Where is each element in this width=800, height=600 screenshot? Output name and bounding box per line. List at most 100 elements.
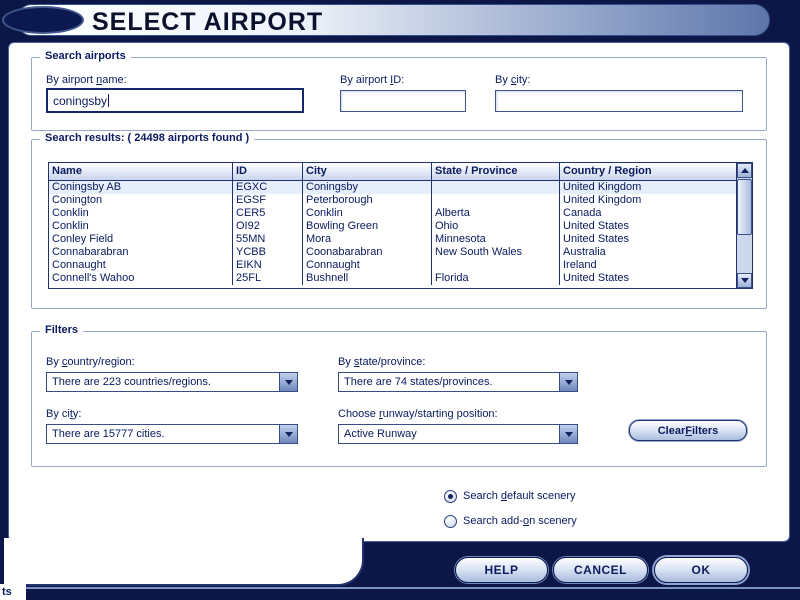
- table-row[interactable]: Connell's Wahoo 25FL Bushnell Florida United…: [49, 272, 736, 285]
- results-table-columns: Name ID City State / Province Country / …: [49, 163, 736, 288]
- table-cell: Conklin: [49, 220, 233, 233]
- table-cell: EGXC: [233, 181, 303, 194]
- table-cell: Coonabarabran: [303, 246, 432, 259]
- chevron-down-icon[interactable]: [279, 425, 297, 443]
- column-header-city[interactable]: City: [303, 163, 432, 180]
- scrollbar-thumb[interactable]: [737, 179, 752, 235]
- column-header-name[interactable]: Name: [49, 163, 233, 180]
- state-filter-label: By state/province:: [338, 356, 426, 368]
- table-cell: Connaught: [303, 259, 432, 272]
- corner-text-fragment: ts: [0, 584, 26, 600]
- table-cell: Conington: [49, 194, 233, 207]
- table-cell: Bowling Green: [303, 220, 432, 233]
- city-filter-select[interactable]: There are 15777 cities.: [46, 424, 298, 444]
- airport-id-label: By airport ID:: [340, 74, 405, 86]
- city-search-input[interactable]: [495, 90, 743, 112]
- table-row[interactable]: Conklin OI92 Bowling Green Ohio United State…: [49, 220, 736, 233]
- table-cell: United States: [563, 220, 630, 232]
- table-cell: Conklin: [49, 207, 233, 220]
- table-cell: OI92: [233, 220, 303, 233]
- table-cell: Australia: [563, 246, 606, 258]
- table-cell: Peterborough: [303, 194, 432, 207]
- state-filter-select[interactable]: There are 74 states/provinces.: [338, 372, 578, 392]
- text-caret: [108, 94, 110, 107]
- results-scrollbar[interactable]: [736, 163, 752, 288]
- table-row[interactable]: Conley Field 55MN Mora Minnesota United Stat…: [49, 233, 736, 246]
- search-results-group: Search results: ( 24498 airports found )…: [31, 132, 767, 309]
- table-cell: CER5: [233, 207, 303, 220]
- table-cell: Florida: [432, 272, 560, 285]
- select-airport-dialog: SELECT AIRPORT Search airports By airpor…: [0, 0, 800, 600]
- table-cell: Connell's Wahoo: [49, 272, 233, 285]
- table-cell: Ireland: [563, 259, 597, 271]
- table-cell: Alberta: [432, 207, 560, 220]
- table-row[interactable]: Connabarabran YCBB Coonabarabran New South …: [49, 246, 736, 259]
- table-row[interactable]: Conington EGSF Peterborough United Kingdom: [49, 194, 736, 207]
- country-filter-select[interactable]: There are 223 countries/regions.: [46, 372, 298, 392]
- city-filter-label: By city:: [46, 408, 82, 420]
- results-table-header: Name ID City State / Province Country / …: [49, 163, 736, 181]
- runway-filter-label: Choose runway/starting position:: [338, 408, 498, 420]
- table-cell: Coningsby AB: [49, 181, 233, 194]
- table-cell: EIKN: [233, 259, 303, 272]
- cancel-button[interactable]: CANCEL: [553, 557, 648, 583]
- table-cell: Ohio: [432, 220, 560, 233]
- table-cell: United States: [563, 233, 630, 245]
- column-header-id[interactable]: ID: [233, 163, 303, 180]
- column-header-country[interactable]: Country / Region: [560, 163, 736, 180]
- table-cell: United States: [563, 272, 630, 284]
- search-airports-group: Search airports By airport name: conings…: [31, 50, 767, 131]
- search-results-legend: Search results: ( 24498 airports found ): [40, 132, 255, 144]
- search-addon-scenery-label: Search add-on scenery: [463, 515, 577, 527]
- table-cell: [432, 259, 560, 272]
- table-cell: EGSF: [233, 194, 303, 207]
- radio-selected-icon: [444, 489, 457, 503]
- city-search-label: By city:: [495, 74, 531, 86]
- search-airports-legend: Search airports: [40, 50, 131, 62]
- table-cell: Canada: [563, 207, 602, 219]
- dialog-body: Search airports By airport name: conings…: [8, 42, 790, 542]
- table-row[interactable]: Conklin CER5 Conklin Alberta Canada: [49, 207, 736, 220]
- table-cell: YCBB: [233, 246, 303, 259]
- table-row[interactable]: Connaught EIKN Connaught Ireland: [49, 259, 736, 272]
- country-filter-label: By country/region:: [46, 356, 135, 368]
- results-table: Name ID City State / Province Country / …: [48, 162, 753, 289]
- chevron-down-icon[interactable]: [559, 373, 577, 391]
- table-cell: Conley Field: [49, 233, 233, 246]
- ok-button[interactable]: OK: [654, 557, 748, 583]
- results-table-body: Coningsby AB EGXC Coningsby United Kingdom C…: [49, 181, 736, 285]
- column-header-state[interactable]: State / Province: [432, 163, 560, 180]
- table-cell: Connabarabran: [49, 246, 233, 259]
- title-bar-ornament: [2, 6, 84, 34]
- search-addon-scenery-radio[interactable]: Search add-on scenery: [444, 514, 577, 528]
- radio-unselected-icon: [444, 514, 457, 528]
- search-default-scenery-radio[interactable]: Search default scenery: [444, 489, 576, 503]
- airport-name-label: By airport name:: [46, 74, 127, 86]
- help-button[interactable]: HELP: [455, 557, 548, 583]
- table-cell: Connaught: [49, 259, 233, 272]
- table-cell: Mora: [303, 233, 432, 246]
- page-title: SELECT AIRPORT: [92, 8, 324, 36]
- runway-filter-select[interactable]: Active Runway: [338, 424, 578, 444]
- table-cell: Conklin: [303, 207, 432, 220]
- filters-group: Filters By country/region: There are 223…: [31, 324, 767, 467]
- table-cell: 55MN: [233, 233, 303, 246]
- table-cell: Minnesota: [432, 233, 560, 246]
- clear-filters-button[interactable]: Clear Filters: [629, 420, 747, 441]
- table-cell: [432, 194, 560, 207]
- airport-id-input[interactable]: [340, 90, 466, 112]
- table-cell: 25FL: [233, 272, 303, 285]
- table-cell: New South Wales: [432, 246, 560, 259]
- chevron-down-icon[interactable]: [559, 425, 577, 443]
- filters-legend: Filters: [40, 324, 84, 336]
- scroll-down-icon[interactable]: [737, 273, 752, 288]
- table-cell: Bushnell: [303, 272, 432, 285]
- scroll-up-icon[interactable]: [737, 163, 752, 178]
- table-cell: United Kingdom: [563, 194, 642, 206]
- bottom-divider: [0, 587, 800, 589]
- table-cell: United Kingdom: [563, 181, 642, 193]
- chevron-down-icon[interactable]: [279, 373, 297, 391]
- bottom-left-tab: [4, 538, 364, 586]
- table-row[interactable]: Coningsby AB EGXC Coningsby United Kingdom: [49, 181, 736, 194]
- airport-name-input[interactable]: coningsby: [46, 88, 304, 113]
